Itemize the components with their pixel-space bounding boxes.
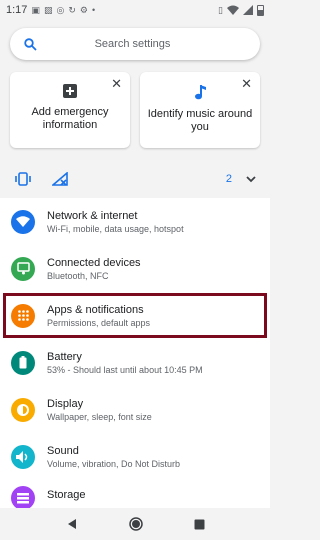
- settings-item-title: Storage: [47, 489, 86, 501]
- no-signal-icon: [52, 172, 68, 186]
- settings-item-title: Apps & notifications: [47, 303, 144, 316]
- conditions-count: 2: [225, 173, 232, 185]
- photo-icon: ▨: [43, 4, 53, 15]
- status-time: 1:17: [6, 4, 28, 16]
- settings-item-subtitle: Wi-Fi, mobile, data usage, hotspot: [47, 223, 184, 234]
- whatsapp-icon: ◎: [56, 4, 65, 15]
- sync-icon: ↻: [68, 4, 76, 15]
- search-placeholder: Search settings: [94, 38, 171, 50]
- suggestion-card-emergency[interactable]: ✕ Add emergency information: [10, 72, 130, 148]
- wifi-icon: [227, 5, 239, 15]
- chevron-down-icon[interactable]: [246, 175, 256, 183]
- back-icon[interactable]: [66, 518, 78, 530]
- settings-item-network[interactable]: Network & internet Wi-Fi, mobile, data u…: [0, 198, 270, 245]
- home-icon[interactable]: [128, 517, 143, 531]
- battery-icon: [257, 4, 264, 16]
- settings-gear-icon: ⚙: [79, 4, 88, 15]
- music-note-icon: [195, 85, 206, 100]
- settings-list: Network & internet Wi-Fi, mobile, data u…: [0, 198, 270, 508]
- settings-item-storage[interactable]: Storage: [0, 480, 270, 508]
- settings-item-title: Battery: [47, 350, 82, 363]
- volume-icon: [11, 444, 35, 469]
- wifi-icon: [11, 209, 35, 234]
- settings-item-subtitle: Permissions, default apps: [47, 317, 151, 328]
- settings-item-subtitle: Bluetooth, NFC: [47, 270, 109, 281]
- plus-box-icon: [63, 84, 77, 98]
- settings-item-sound[interactable]: Sound Volume, vibration, Do Not Disturb: [0, 433, 270, 480]
- close-icon[interactable]: ✕: [111, 76, 122, 92]
- settings-item-display[interactable]: Display Wallpaper, sleep, font size: [0, 386, 270, 433]
- settings-item-apps[interactable]: Apps & notifications Permissions, defaul…: [0, 292, 270, 339]
- brightness-icon: [11, 397, 35, 422]
- search-icon: [24, 37, 37, 51]
- settings-item-subtitle: 53% - Should last until about 10:45 PM: [47, 364, 203, 375]
- sim-icon: ▣: [31, 4, 40, 15]
- settings-item-devices[interactable]: Connected devices Bluetooth, NFC: [0, 245, 270, 292]
- settings-item-title: Display: [47, 397, 84, 410]
- conditions-bar[interactable]: 2: [0, 160, 270, 198]
- close-icon[interactable]: ✕: [241, 76, 252, 92]
- settings-item-title: Connected devices: [47, 256, 141, 269]
- storage-icon: [11, 486, 35, 508]
- settings-item-subtitle: Volume, vibration, Do Not Disturb: [47, 458, 181, 469]
- settings-item-battery[interactable]: Battery 53% - Should last until about 10…: [0, 339, 270, 386]
- dot-icon: •: [91, 4, 96, 15]
- devices-icon: [11, 256, 35, 281]
- battery-icon: [11, 350, 35, 375]
- settings-item-title: Sound: [47, 444, 79, 457]
- suggestion-cards: ✕ Add emergency information ✕ Identify m…: [10, 72, 260, 148]
- recents-icon[interactable]: [194, 519, 205, 530]
- suggestion-label: Identify music around you: [147, 108, 253, 133]
- search-bar[interactable]: Search settings: [10, 28, 260, 60]
- settings-item-title: Network & internet: [47, 209, 138, 222]
- vibrate-icon: ▯: [218, 4, 223, 15]
- navigation-bar: [0, 508, 270, 540]
- settings-item-subtitle: Wallpaper, sleep, font size: [47, 411, 152, 422]
- suggestion-label: Add emergency information: [31, 106, 109, 131]
- signal-icon: [243, 5, 253, 15]
- suggestion-card-music[interactable]: ✕ Identify music around you: [140, 72, 260, 148]
- status-bar: 1:17 ▣ ▨ ◎ ↻ ⚙ • ▯: [0, 0, 270, 20]
- vibrate-icon: [15, 172, 31, 186]
- apps-icon: [11, 303, 35, 328]
